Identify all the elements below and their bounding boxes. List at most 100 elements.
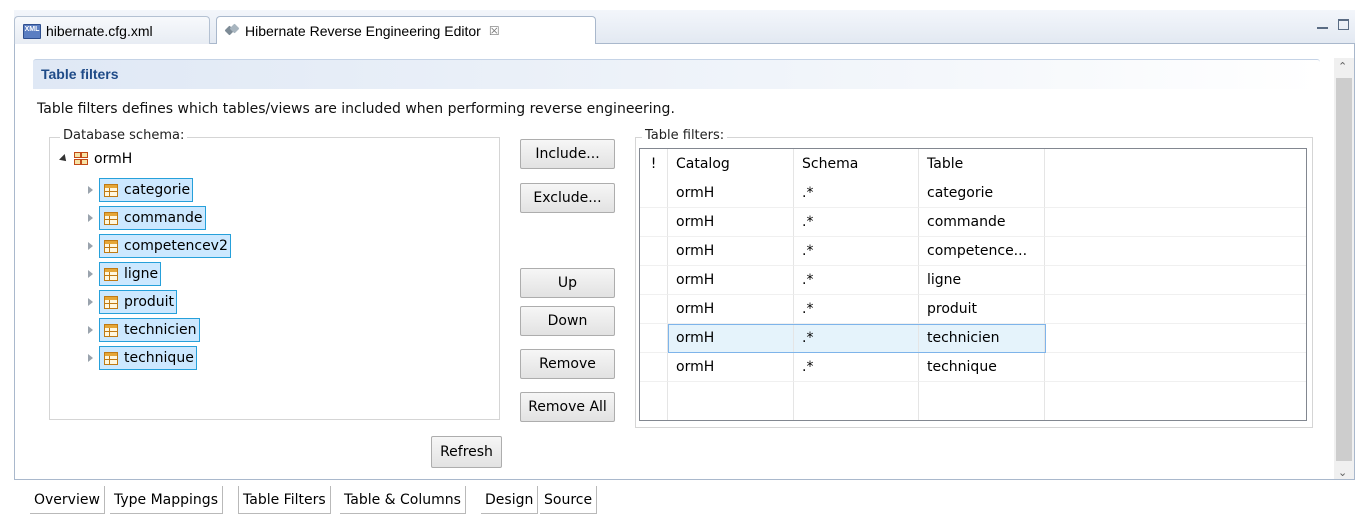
maximize-icon[interactable] [1338,19,1349,30]
table-filters-legend: Table filters: [642,128,728,143]
tab-table-filters[interactable]: Table Filters [238,486,331,514]
cell-catalog: ormH [668,295,794,324]
table-icon [104,239,118,253]
collapsed-arrow-icon[interactable] [88,242,93,250]
database-schema-group: Database schema: ormH categorie commande… [49,128,500,420]
window-top-strip [0,0,1367,10]
down-button[interactable]: Down [520,306,615,336]
column-header-exclude[interactable]: ! [640,149,668,179]
include-button[interactable]: Include... [520,139,615,169]
schema-icon [74,151,89,167]
editor-content: Table filters Table filters defines whic… [14,44,1355,479]
tab-table-and-columns[interactable]: Table & Columns [340,486,466,514]
cell-catalog: ormH [668,324,794,353]
scrollbar-thumb[interactable] [1336,78,1352,461]
tree-root-ormh[interactable]: ormH [59,151,133,167]
cell-table: competence... [919,237,1045,266]
cell-schema: .* [794,266,919,295]
table-row[interactable]: ormH .* commande [640,208,1306,237]
table-header-row: ! Catalog Schema Table [640,149,1306,179]
tree-item-label: commande [124,210,203,226]
up-button[interactable]: Up [520,268,615,298]
cell-table: technicien [919,324,1045,353]
table-row-selected[interactable]: ormH .* technicien [640,324,1306,353]
cell-catalog: ormH [668,353,794,382]
section-header: Table filters [33,59,1320,89]
section-description: Table filters defines which tables/views… [37,101,675,117]
collapsed-arrow-icon[interactable] [88,270,93,278]
page-tabs: Overview Type Mappings Table Filters Tab… [14,479,1355,522]
vertical-scrollbar[interactable]: ⌃ ⌄ [1334,58,1354,479]
tree-item-label: categorie [124,182,191,198]
tab-overview[interactable]: Overview [30,486,105,514]
cell-schema: .* [794,295,919,324]
minimize-icon[interactable] [1317,19,1328,29]
database-schema-legend: Database schema: [60,128,188,143]
cell-table: technique [919,353,1045,382]
scroll-down-icon[interactable]: ⌄ [1338,466,1347,479]
remove-button[interactable]: Remove [520,349,615,379]
cell-table: produit [919,295,1045,324]
tab-type-mappings[interactable]: Type Mappings [110,486,223,514]
tree-item-label: ligne [124,266,159,282]
collapsed-arrow-icon[interactable] [88,298,93,306]
tree-item-label: produit [124,294,175,310]
editor-tab-bar: XML hibernate.cfg.xml Hibernate Reverse … [14,10,1355,45]
section-title: Table filters [41,66,119,82]
collapsed-arrow-icon[interactable] [88,214,93,222]
tree-item-categorie[interactable]: categorie [88,178,194,202]
table-icon [104,267,118,281]
exclude-button[interactable]: Exclude... [520,183,615,213]
collapsed-arrow-icon[interactable] [88,186,93,194]
table-row[interactable]: ormH .* technique [640,353,1306,382]
editor-frame: XML hibernate.cfg.xml Hibernate Reverse … [14,10,1355,522]
cell-catalog: ormH [668,208,794,237]
table-row[interactable]: ormH .* categorie [640,179,1306,208]
tree-item-technicien[interactable]: technicien [88,318,200,342]
tree-root-label: ormH [94,151,133,167]
column-header-schema[interactable]: Schema [794,149,919,179]
close-icon[interactable]: ☒ [489,24,500,38]
tree-item-technique[interactable]: technique [88,346,197,370]
window-controls [1317,19,1349,30]
table-filters-grid[interactable]: ! Catalog Schema Table ormH .* categorie… [639,148,1307,421]
cell-table: commande [919,208,1045,237]
tab-hibernate-cfg-xml[interactable]: XML hibernate.cfg.xml [14,16,210,45]
tree-item-commande[interactable]: commande [88,206,206,230]
table-row-empty [640,382,1306,420]
remove-all-button[interactable]: Remove All [520,392,615,422]
cell-schema: .* [794,237,919,266]
cell-catalog: ormH [668,179,794,208]
cell-schema: .* [794,179,919,208]
expanded-arrow-icon[interactable] [59,154,69,164]
cell-schema: .* [794,353,919,382]
table-row[interactable]: ormH .* competence... [640,237,1306,266]
table-icon [104,351,118,365]
scroll-up-icon[interactable]: ⌃ [1338,60,1347,73]
tree-item-ligne[interactable]: ligne [88,262,162,286]
tree-item-label: technicien [124,322,197,338]
tab-source[interactable]: Source [540,486,598,514]
cell-schema: .* [794,208,919,237]
table-row[interactable]: ormH .* produit [640,295,1306,324]
column-header-table[interactable]: Table [919,149,1045,179]
hibernate-icon [225,24,239,38]
column-header-catalog[interactable]: Catalog [668,149,794,179]
tab-design[interactable]: Design [481,486,539,514]
cell-table: categorie [919,179,1045,208]
cell-catalog: ormH [668,266,794,295]
table-icon [104,211,118,225]
table-filters-group: Table filters: ! Catalog Schema Table or… [635,128,1313,428]
collapsed-arrow-icon[interactable] [88,326,93,334]
tree-item-produit[interactable]: produit [88,290,178,314]
table-icon [104,323,118,337]
table-row[interactable]: ormH .* ligne [640,266,1306,295]
refresh-button[interactable]: Refresh [431,436,502,468]
cell-catalog: ormH [668,237,794,266]
collapsed-arrow-icon[interactable] [88,354,93,362]
tab-reverse-engineering-editor[interactable]: Hibernate Reverse Engineering Editor ☒ [216,16,596,45]
table-icon [104,183,118,197]
tree-item-label: competencev2 [124,238,228,254]
tab-label: hibernate.cfg.xml [46,23,153,39]
tree-item-competencev2[interactable]: competencev2 [88,234,231,258]
